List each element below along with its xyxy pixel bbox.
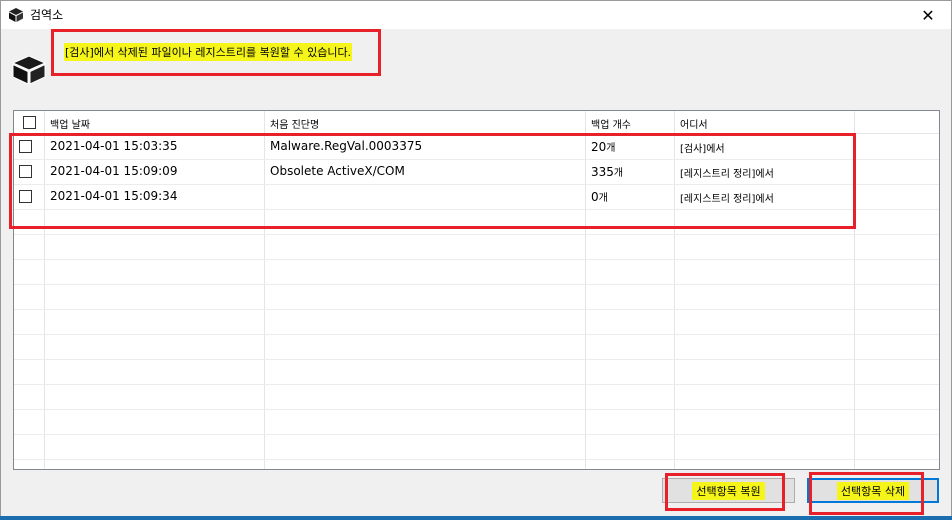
quarantine-window: 검역소 ✕ [검사]에서 삭제된 파일이나 레지스트리를 복원할 수 있습니다. xyxy=(0,0,952,520)
box-icon xyxy=(9,8,23,22)
info-annotation-box: [검사]에서 삭제된 파일이나 레지스트리를 복원할 수 있습니다. xyxy=(51,29,381,76)
close-icon: ✕ xyxy=(921,5,935,25)
column-header-backup-date[interactable]: 백업 날짜 xyxy=(50,116,90,131)
title-bar: 검역소 ✕ xyxy=(1,1,951,29)
column-header-diagnosis[interactable]: 처음 진단명 xyxy=(270,116,319,131)
column-separator xyxy=(44,111,45,134)
grid-line xyxy=(14,284,939,285)
column-separator xyxy=(854,111,855,134)
window-title: 검역소 xyxy=(30,8,64,22)
column-separator xyxy=(674,111,675,134)
rows-annotation-box xyxy=(9,133,856,229)
info-message: [검사]에서 삭제된 파일이나 레지스트리를 복원할 수 있습니다. xyxy=(64,43,353,61)
grid-line xyxy=(14,359,939,360)
delete-annotation-box xyxy=(809,472,924,515)
grid-line xyxy=(14,309,939,310)
select-all-checkbox[interactable] xyxy=(23,116,36,129)
list-header: 백업 날짜 처음 진단명 백업 개수 어디서 xyxy=(14,111,939,134)
restore-annotation-box xyxy=(665,473,785,511)
taskbar-edge xyxy=(0,516,952,520)
grid-line xyxy=(14,459,939,460)
box-icon xyxy=(12,55,46,85)
grid-line xyxy=(14,334,939,335)
grid-line xyxy=(14,434,939,435)
grid-line xyxy=(14,259,939,260)
close-button[interactable]: ✕ xyxy=(905,1,951,29)
grid-line xyxy=(14,409,939,410)
column-separator xyxy=(585,111,586,134)
column-separator xyxy=(264,111,265,134)
column-header-source[interactable]: 어디서 xyxy=(680,116,708,131)
grid-line xyxy=(14,384,939,385)
grid-line xyxy=(14,234,939,235)
column-header-backup-count[interactable]: 백업 개수 xyxy=(591,116,631,131)
